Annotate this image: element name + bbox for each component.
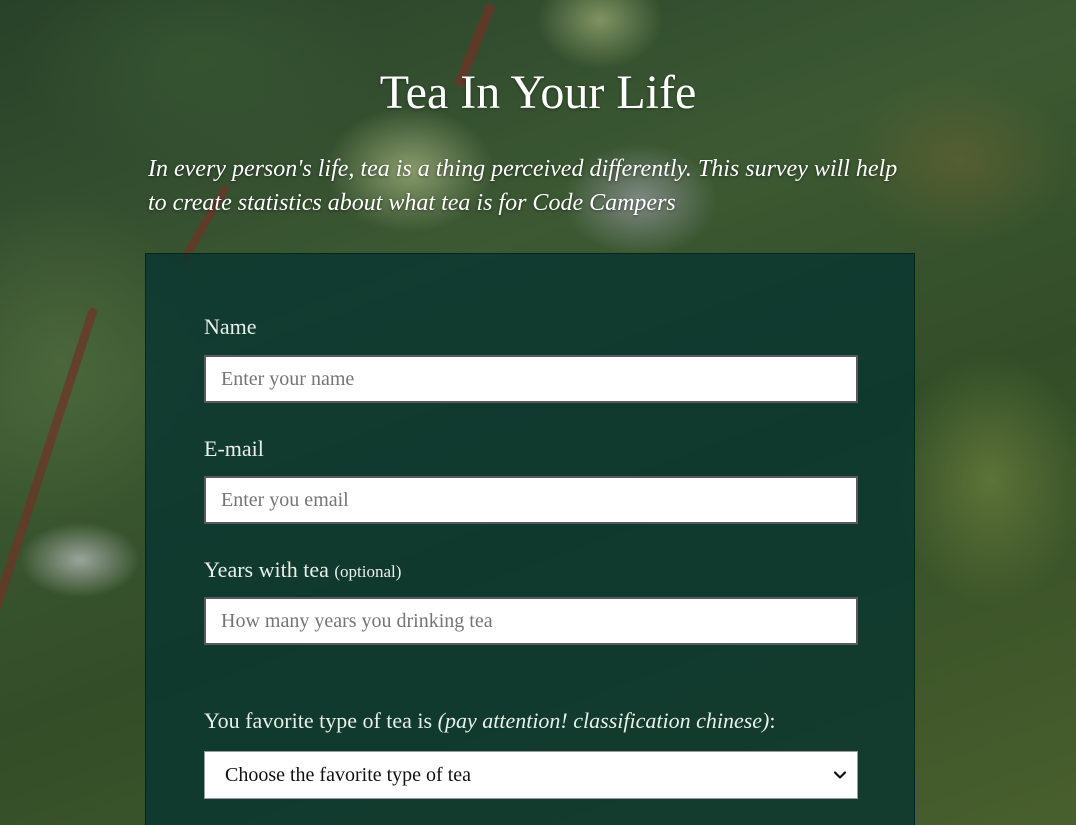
name-input[interactable]: [204, 355, 858, 403]
favorite-tea-label: You favorite type of tea is (pay attenti…: [204, 707, 776, 735]
optional-note: (optional): [334, 562, 402, 581]
favorite-tea-select[interactable]: Choose the favorite type of tea: [204, 751, 858, 799]
survey-form: Name E-mail Years with tea (optional) Yo…: [145, 253, 915, 825]
favorite-tea-selected-value: Choose the favorite type of tea: [225, 763, 472, 786]
name-label: Name: [204, 314, 257, 339]
favorite-tea-label-text: You favorite type of tea is: [204, 708, 433, 733]
classification-note: (pay attention! classification chinese): [437, 708, 770, 733]
email-label: E-mail: [204, 436, 264, 461]
survey-page: Tea In Your Life In every person's life,…: [0, 0, 1076, 825]
years-input[interactable]: [204, 597, 858, 645]
years-label-text: Years with tea: [204, 557, 329, 582]
email-input[interactable]: [204, 476, 858, 524]
survey-description: In every person's life, tea is a thing p…: [148, 156, 898, 216]
chevron-down-icon: [833, 771, 847, 779]
years-label: Years with tea (optional): [204, 556, 401, 586]
page-title: Tea In Your Life: [379, 66, 697, 119]
favorite-tea-label-colon: :: [769, 708, 776, 733]
